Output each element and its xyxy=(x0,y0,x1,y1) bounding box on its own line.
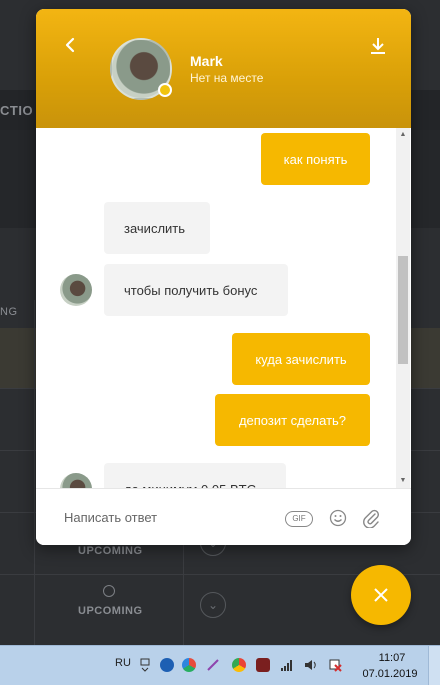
agent-avatar-small xyxy=(60,473,92,488)
bg-row-upcoming: UPCOMING xyxy=(78,605,143,617)
flag-icon[interactable] xyxy=(328,658,342,672)
agent-status: Нет на месте xyxy=(190,71,264,85)
smile-icon[interactable] xyxy=(329,509,347,527)
close-chat-button[interactable] xyxy=(351,565,411,625)
show-desktop-button[interactable] xyxy=(428,646,440,685)
bg-left-fragment: NG xyxy=(0,306,18,318)
gif-icon[interactable]: GIF xyxy=(285,511,313,527)
scrollbar[interactable]: ▲ ▼ xyxy=(396,128,410,488)
status-indicator xyxy=(158,83,172,97)
close-icon xyxy=(374,588,388,602)
message-outgoing: как понять xyxy=(261,133,370,185)
chat-window: Mark Нет на месте как понять зачислить ч… xyxy=(36,9,411,545)
message-outgoing: депозит сделать? xyxy=(215,394,370,446)
download-icon[interactable] xyxy=(368,35,388,57)
volume-icon[interactable] xyxy=(304,658,318,672)
chrome-icon[interactable] xyxy=(232,658,246,672)
bg-row-upcoming: UPCOMING xyxy=(78,545,143,557)
clock-icon xyxy=(103,585,115,597)
scroll-thumb[interactable] xyxy=(398,256,408,364)
back-arrow-icon[interactable] xyxy=(61,35,81,55)
bg-header-fragment: CTIO xyxy=(0,103,34,118)
security-icon[interactable] xyxy=(256,658,270,672)
bg-col-divider xyxy=(34,300,35,645)
network-icon[interactable] xyxy=(280,658,294,672)
chat-header: Mark Нет на месте xyxy=(36,9,411,128)
language-indicator[interactable]: RU xyxy=(115,657,131,669)
bg-row-expand-icon[interactable]: ⌄ xyxy=(200,592,226,618)
keyboard-icon[interactable] xyxy=(140,658,150,672)
browser-tray-icon[interactable] xyxy=(182,658,196,672)
message-incoming: зачислить xyxy=(104,202,210,254)
reply-input[interactable]: Написать ответ xyxy=(64,510,157,525)
message-list[interactable]: как понять зачислить чтобы получить бону… xyxy=(36,128,411,488)
message-incoming: да минимум 0.05 BTC xyxy=(104,463,286,488)
scroll-down-icon[interactable]: ▼ xyxy=(398,476,408,486)
clock-date[interactable]: 07.01.2019 xyxy=(360,668,420,680)
taskbar: RU 11:07 07.01.2019 xyxy=(0,645,440,685)
paperclip-icon[interactable] xyxy=(362,508,380,528)
pen-icon[interactable] xyxy=(206,658,220,672)
scroll-up-icon[interactable]: ▲ xyxy=(398,130,408,140)
clock-time[interactable]: 11:07 xyxy=(372,652,412,664)
composer: Написать ответ GIF xyxy=(36,488,411,545)
agent-avatar-small xyxy=(60,274,92,306)
message-incoming: чтобы получить бонус xyxy=(104,264,288,316)
agent-name: Mark xyxy=(190,53,223,69)
message-outgoing: куда зачислить xyxy=(232,333,370,385)
app-tray-icon[interactable] xyxy=(160,658,174,672)
